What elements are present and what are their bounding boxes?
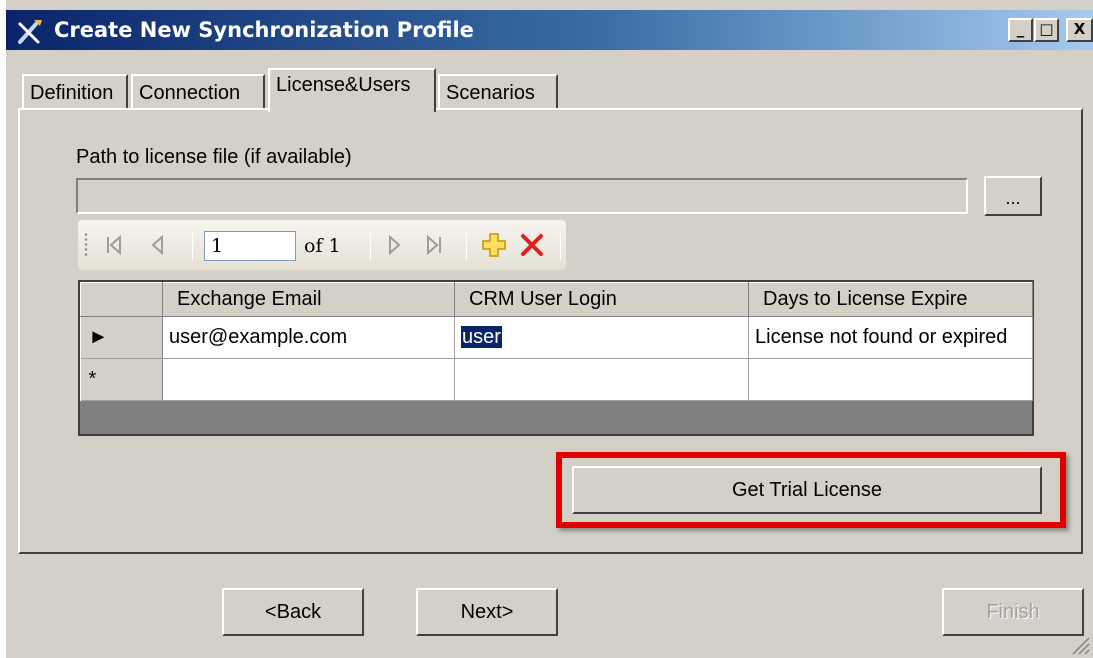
grid-cell-exchange-email[interactable]: user@example.com <box>162 316 455 359</box>
finish-button: Finish <box>942 588 1084 636</box>
toolbar-grip-icon[interactable] <box>84 232 88 258</box>
add-new-icon[interactable] <box>481 232 507 258</box>
selected-cell-text[interactable]: user <box>461 326 502 348</box>
separator <box>192 232 193 260</box>
grid-cell-crm-user-login[interactable] <box>454 358 749 401</box>
window-title: Create New Synchronization Profile <box>54 18 474 42</box>
resize-grip-icon[interactable] <box>1069 634 1091 656</box>
separator <box>466 232 467 260</box>
table-row[interactable]: ► user@example.com user License not foun… <box>80 316 1033 359</box>
separator <box>370 232 371 260</box>
move-last-icon[interactable] <box>424 234 444 256</box>
browse-button[interactable]: ... <box>984 176 1042 216</box>
title-bar[interactable]: Create New Synchronization Profile _ □ X <box>6 10 1093 50</box>
minimize-button[interactable]: _ <box>1008 18 1033 42</box>
sync-profile-window: Create New Synchronization Profile _ □ X… <box>4 0 1093 658</box>
tab-connection[interactable]: Connection <box>131 74 265 110</box>
tab-definition[interactable]: Definition <box>22 74 128 110</box>
column-header-exchange-email[interactable]: Exchange Email <box>162 282 455 317</box>
grid-header-row: Exchange Email CRM User Login Days to Li… <box>80 282 1033 317</box>
tab-license-users[interactable]: License&Users <box>268 68 436 112</box>
license-path-label: Path to license file (if available) <box>76 146 352 168</box>
move-next-icon[interactable] <box>384 234 404 256</box>
license-users-panel: Path to license file (if available) ... … <box>18 108 1083 554</box>
new-row[interactable]: * <box>80 358 1033 401</box>
close-icon: X <box>1073 20 1086 38</box>
count-label: of 1 <box>304 235 341 257</box>
separator <box>560 232 561 260</box>
new-row-indicator-icon[interactable]: * <box>80 358 163 401</box>
license-path-field[interactable] <box>76 178 968 214</box>
grid-cell-days-to-expire[interactable]: License not found or expired <box>748 316 1033 359</box>
row-header-corner[interactable] <box>80 282 163 317</box>
tools-icon <box>18 20 42 44</box>
maximize-icon: □ <box>1039 20 1054 38</box>
next-button[interactable]: Next> <box>416 588 558 636</box>
delete-icon[interactable] <box>519 232 545 258</box>
position-input[interactable]: 1 <box>204 231 296 261</box>
users-grid: Exchange Email CRM User Login Days to Li… <box>78 280 1034 436</box>
back-button[interactable]: <Back <box>222 588 364 636</box>
current-row-indicator-icon[interactable]: ► <box>80 316 163 359</box>
minimize-icon: _ <box>1016 20 1025 38</box>
move-previous-icon[interactable] <box>148 234 168 256</box>
tab-scenarios[interactable]: Scenarios <box>438 74 558 110</box>
grid-cell-crm-user-login[interactable]: user <box>454 316 749 359</box>
grid-cell-days-to-expire[interactable] <box>748 358 1033 401</box>
maximize-button[interactable]: □ <box>1034 18 1059 42</box>
get-trial-license-button[interactable]: Get Trial License <box>572 466 1042 514</box>
column-header-days-to-expire[interactable]: Days to License Expire <box>748 282 1033 317</box>
close-button[interactable]: X <box>1066 18 1093 42</box>
move-first-icon[interactable] <box>104 234 124 256</box>
grid-cell-exchange-email[interactable] <box>162 358 455 401</box>
column-header-crm-user-login[interactable]: CRM User Login <box>454 282 749 317</box>
binding-navigator: 1 of 1 <box>78 220 566 270</box>
